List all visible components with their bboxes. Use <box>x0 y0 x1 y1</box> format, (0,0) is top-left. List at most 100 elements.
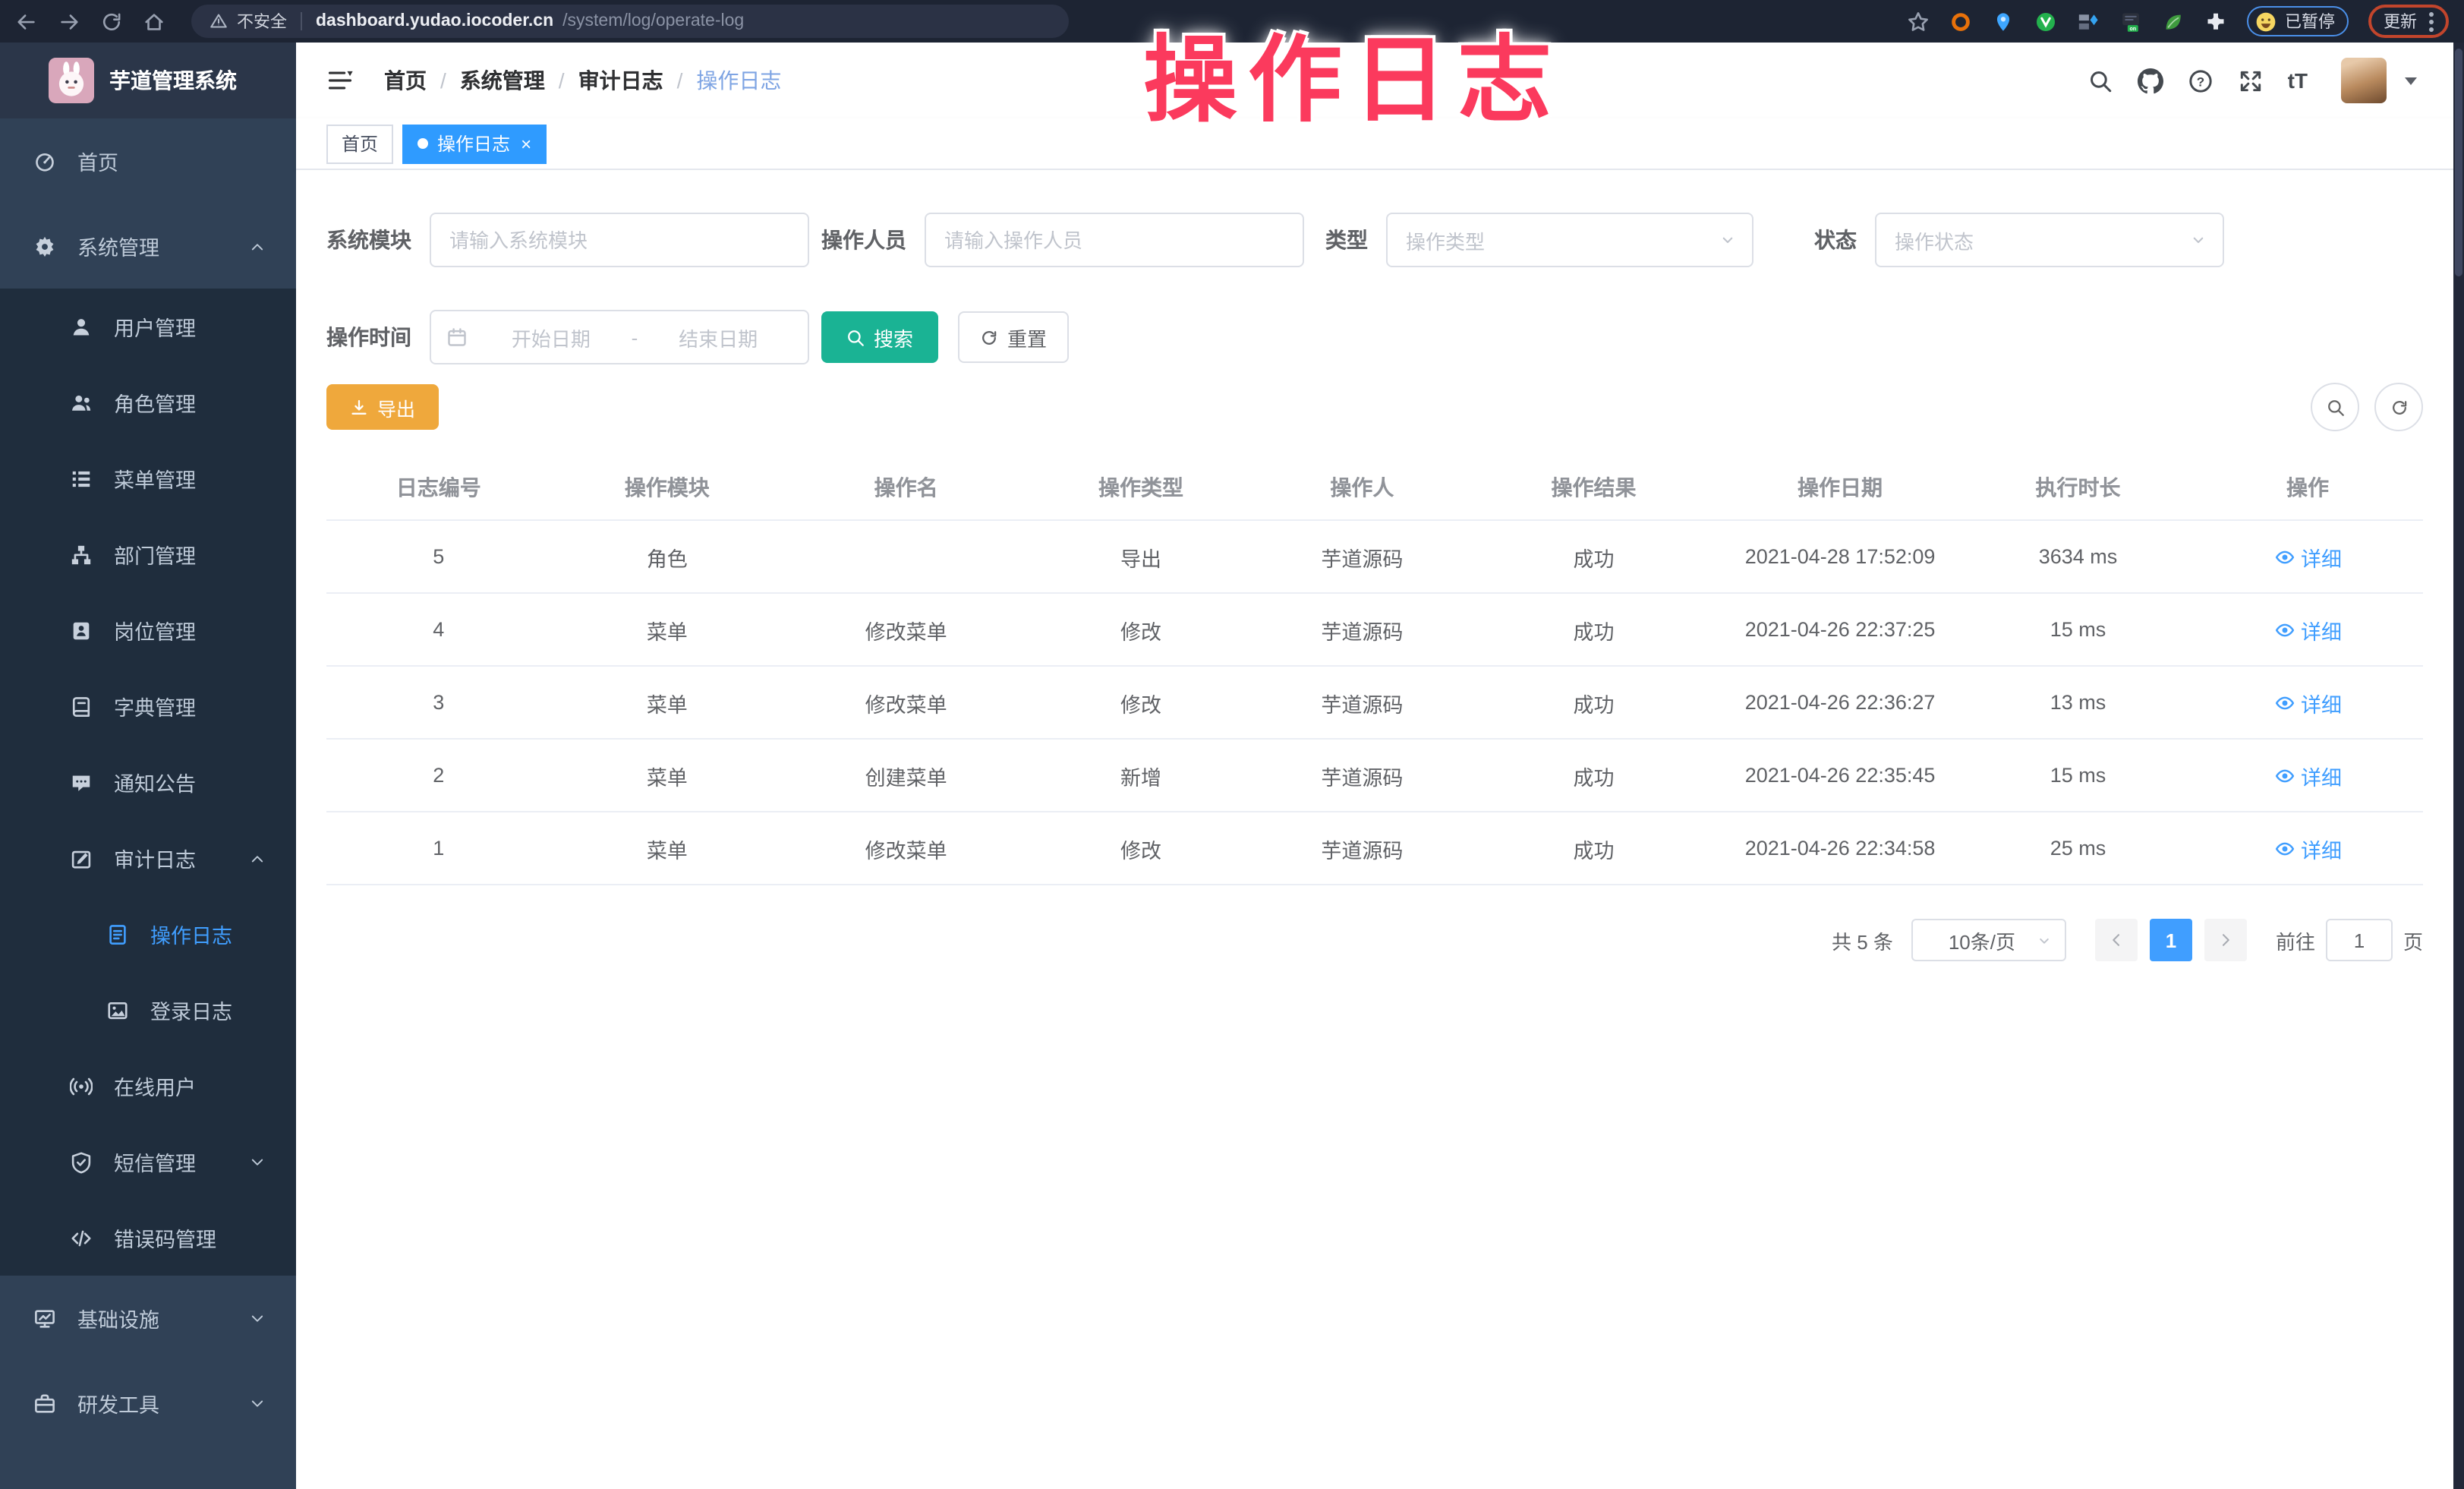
browser-reload-icon[interactable] <box>100 10 123 33</box>
filter-row-2: 操作时间 开始日期 - 结束日期 搜索 重置 <box>326 310 2453 364</box>
sidebar-item-sms-management[interactable]: 短信管理 <box>0 1124 296 1200</box>
type-select[interactable]: 操作类型 <box>1386 213 1753 267</box>
main-content: 系统模块 操作人员 类型 操作类型 状态 操作状态 <box>296 170 2453 1488</box>
user-avatar[interactable] <box>2341 58 2387 103</box>
refresh-table-button[interactable] <box>2374 383 2423 431</box>
table-row: 4菜单修改菜单修改芋道源码成功2021-04-26 22:37:2515 ms详… <box>326 593 2423 666</box>
extension-dark-on-icon[interactable]: on <box>2119 10 2142 33</box>
extension-blue-pin-icon[interactable] <box>1992 10 2015 33</box>
browser-update-chip[interactable]: 更新 <box>2368 5 2449 38</box>
cell-module: 菜单 <box>551 666 784 739</box>
extension-green-leaf-icon[interactable] <box>2162 10 2185 33</box>
bookmark-star-icon[interactable] <box>1907 10 1930 33</box>
fullscreen-icon[interactable] <box>2238 68 2264 93</box>
gear-icon <box>33 235 56 257</box>
browser-back-icon[interactable] <box>15 10 38 33</box>
breadcrumb-item[interactable]: 系统管理 <box>460 65 545 96</box>
scrollbar-thumb[interactable] <box>2455 49 2462 276</box>
sidebar-item-system-management[interactable]: 系统管理 <box>0 203 296 289</box>
sidebar-item-dept-management[interactable]: 部门管理 <box>0 516 296 592</box>
address-bar[interactable]: 不安全 dashboard.yudao.iocoder.cn/system/lo… <box>191 5 1069 38</box>
sidebar-item-label: 首页 <box>77 146 118 176</box>
cell-operator: 芋道源码 <box>1253 666 1471 739</box>
arrow-right-icon <box>2217 931 2235 949</box>
sidebar-item-menu-management[interactable]: 菜单管理 <box>0 440 296 516</box>
detail-link[interactable]: 详细 <box>2273 614 2342 645</box>
extensions-puzzle-icon[interactable] <box>2204 10 2227 33</box>
help-icon[interactable]: ? <box>2188 68 2214 93</box>
extension-green-v-icon[interactable] <box>2034 10 2057 33</box>
search-button[interactable]: 搜索 <box>821 311 938 363</box>
sidebar-item-post-management[interactable]: 岗位管理 <box>0 592 296 668</box>
close-icon[interactable]: × <box>521 134 531 153</box>
browser-menu-icon[interactable] <box>2429 11 2434 31</box>
avatar-dropdown-caret-icon[interactable] <box>2405 77 2417 84</box>
next-page-button[interactable] <box>2204 919 2247 961</box>
tag-operate-log[interactable]: 操作日志× <box>402 124 547 163</box>
export-button[interactable]: 导出 <box>326 384 439 430</box>
sidebar-item-audit-log[interactable]: 审计日志 <box>0 820 296 896</box>
sidebar-item-role-management[interactable]: 角色管理 <box>0 364 296 440</box>
browser-home-icon[interactable] <box>143 10 165 33</box>
type-label: 类型 <box>1325 225 1368 255</box>
breadcrumb-item[interactable]: 审计日志 <box>578 65 663 96</box>
reset-button[interactable]: 重置 <box>958 311 1069 363</box>
module-input[interactable] <box>430 213 809 267</box>
eye-icon <box>2273 838 2295 859</box>
detail-link-label: 详细 <box>2301 687 2342 718</box>
browser-forward-icon[interactable] <box>58 10 80 33</box>
github-icon[interactable] <box>2138 68 2163 93</box>
screen: 不安全 dashboard.yudao.iocoder.cn/system/lo… <box>0 0 2464 1489</box>
detail-link-label: 详细 <box>2301 614 2342 645</box>
cell-module: 菜单 <box>551 812 784 885</box>
detail-link[interactable]: 详细 <box>2273 760 2342 790</box>
sidebar-item-dev-tools[interactable]: 研发工具 <box>0 1361 296 1446</box>
toggle-search-button[interactable] <box>2311 383 2359 431</box>
cell-result: 成功 <box>1471 520 1716 593</box>
breadcrumb-item[interactable]: 首页 <box>384 65 427 96</box>
loginlog-icon <box>106 998 129 1021</box>
browser-scrollbar[interactable] <box>2453 43 2464 1489</box>
app-logo-bar[interactable]: 芋道管理系统 <box>0 43 296 118</box>
extension-orange-ring-icon[interactable] <box>1949 10 1972 33</box>
detail-link[interactable]: 详细 <box>2273 833 2342 863</box>
profile-paused-chip[interactable]: 已暂停 <box>2247 6 2349 36</box>
url-path: /system/log/operate-log <box>562 12 744 30</box>
page-size-select[interactable]: 10条/页 <box>1911 919 2066 961</box>
search-icon[interactable] <box>2087 68 2113 93</box>
sidebar-item-infrastructure[interactable]: 基础设施 <box>0 1276 296 1361</box>
page-number-1[interactable]: 1 <box>2150 919 2192 961</box>
cell-duration: 3634 ms <box>1964 520 2192 593</box>
download-icon <box>350 397 370 417</box>
chevron-down-icon <box>1719 231 1737 249</box>
sidebar-item-online-users[interactable]: 在线用户 <box>0 1048 296 1124</box>
export-button-label: 导出 <box>377 393 415 421</box>
extension-blocks-icon[interactable] <box>2077 10 2100 33</box>
goto-page-input[interactable] <box>2326 919 2393 961</box>
paused-label: 已暂停 <box>2285 9 2335 33</box>
detail-link[interactable]: 详细 <box>2273 541 2342 572</box>
hamburger-icon[interactable] <box>326 67 354 94</box>
sidebar-item-home[interactable]: 首页 <box>0 118 296 203</box>
operator-input[interactable] <box>925 213 1304 267</box>
sidebar-item-user-management[interactable]: 用户管理 <box>0 289 296 364</box>
table-row: 3菜单修改菜单修改芋道源码成功2021-04-26 22:36:2713 ms详… <box>326 666 2423 739</box>
status-select[interactable]: 操作状态 <box>1875 213 2224 267</box>
pagination-total: 共 5 条 <box>1832 926 1893 954</box>
detail-link[interactable]: 详细 <box>2273 687 2342 718</box>
sidebar-item-dict-management[interactable]: 字典管理 <box>0 668 296 744</box>
date-range-picker[interactable]: 开始日期 - 结束日期 <box>430 310 809 364</box>
cell-id: 2 <box>326 739 551 812</box>
sidebar-item-login-log[interactable]: 登录日志 <box>0 972 296 1048</box>
table-row: 1菜单修改菜单修改芋道源码成功2021-04-26 22:34:5825 ms详… <box>326 812 2423 885</box>
sidebar-item-label: 操作日志 <box>150 919 232 949</box>
sidebar-item-notice-announcement[interactable]: 通知公告 <box>0 744 296 820</box>
font-size-icon[interactable]: tT <box>2288 68 2308 93</box>
sidebar-item-error-code-management[interactable]: 错误码管理 <box>0 1200 296 1276</box>
tag-home[interactable]: 首页 <box>326 124 393 163</box>
cell-name: 创建菜单 <box>783 739 1029 812</box>
sidebar-item-operate-log[interactable]: 操作日志 <box>0 896 296 972</box>
cell-action: 详细 <box>2192 812 2423 885</box>
prev-page-button[interactable] <box>2095 919 2138 961</box>
cell-operator: 芋道源码 <box>1253 739 1471 812</box>
